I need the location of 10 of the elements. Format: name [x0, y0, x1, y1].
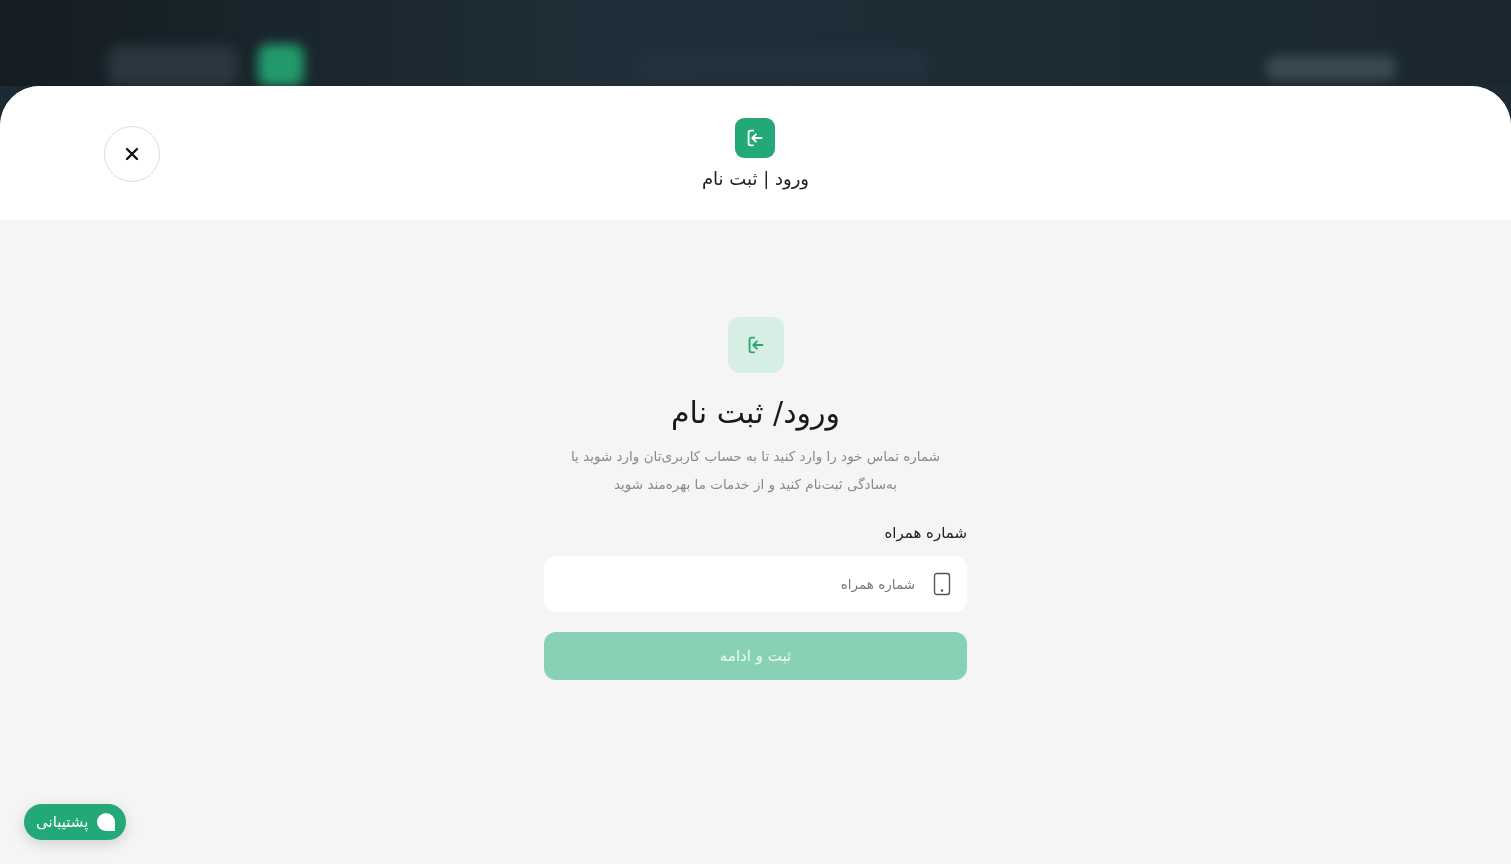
modal-title: ورود | ثبت نام: [701, 167, 810, 189]
form-description: شماره تماس خود را وارد کنید تا به حساب کاربری‌تان وارد شوید یا به‌سادگی ثبت‌نام کنید و از خدمات ما بهره‌مند شوید: [571, 447, 940, 495]
chat-bubble-icon: [96, 812, 117, 832]
form-heading: ورود/ ثبت نام: [671, 395, 840, 430]
phone-icon: [933, 572, 951, 596]
phone-label: شماره همراه: [883, 524, 967, 542]
close-icon: [124, 146, 140, 162]
phone-field[interactable]: شماره همراه: [544, 556, 967, 612]
close-button[interactable]: [104, 126, 160, 182]
support-button[interactable]: پشتیبانی: [24, 804, 127, 840]
